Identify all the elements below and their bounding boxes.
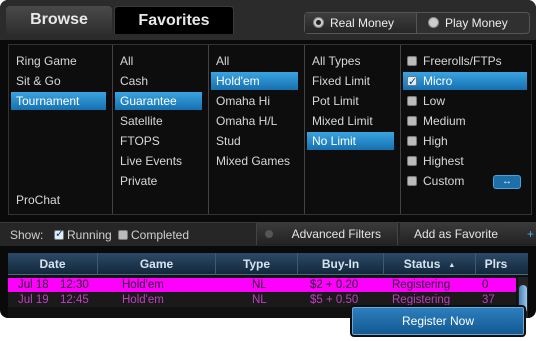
column-date[interactable]: Date — [8, 253, 98, 275]
filter-mixed-games[interactable]: Mixed Games — [211, 152, 298, 170]
advanced-filters-label: Advanced Filters — [291, 227, 381, 241]
game-type-column: Ring Game Sit & Go Tournament ProChat — [9, 45, 113, 214]
play-money-option[interactable]: Play Money — [418, 13, 530, 33]
cell-type: NL — [252, 294, 267, 306]
filter-ftops[interactable]: FTOPS — [115, 132, 202, 150]
show-label: Show: — [10, 228, 44, 242]
cell-plrs: 0 — [482, 279, 489, 291]
radio-real-money[interactable] — [313, 17, 324, 28]
real-money-option[interactable]: Real Money — [305, 13, 417, 33]
column-buyin[interactable]: Buy-In — [298, 253, 384, 275]
toggle-dot-icon — [265, 230, 273, 238]
filter-live-events[interactable]: Live Events — [115, 152, 202, 170]
cell-game: Hold'em — [122, 279, 164, 291]
filter-category-all[interactable]: All — [115, 52, 202, 70]
cell-status: Registering — [392, 279, 451, 291]
wrench-icon[interactable]: ↔ — [493, 175, 521, 189]
cell-time: 12:45 — [60, 294, 89, 306]
stake-freerolls[interactable]: Freerolls/FTPs — [403, 52, 527, 70]
sort-ascending-icon: ▲ — [448, 262, 456, 269]
filter-sit-and-go[interactable]: Sit & Go — [11, 72, 106, 90]
completed-label: Completed — [131, 228, 190, 242]
filter-tournament[interactable]: Tournament — [11, 92, 106, 110]
table-header: Date Game Type Buy-In Status ▲ Plrs — [8, 253, 528, 275]
stake-label: Medium — [423, 114, 466, 128]
stake-highest[interactable]: Highest — [403, 152, 527, 170]
cell-game: Hold'em — [122, 294, 164, 306]
checkbox-highest[interactable] — [407, 156, 417, 166]
cell-type: NL — [252, 279, 267, 291]
column-plrs[interactable]: Plrs — [476, 253, 516, 275]
real-money-label: Real Money — [330, 16, 395, 30]
column-status[interactable]: Status ▲ — [384, 253, 476, 275]
filter-omaha-hi[interactable]: Omaha Hi — [211, 92, 298, 110]
cell-buyin: $2 + 0.20 — [310, 279, 359, 291]
stake-label: High — [423, 134, 448, 148]
add-favorite-button[interactable]: Add as Favorite + — [400, 223, 536, 245]
radio-play-money[interactable] — [428, 17, 439, 28]
filter-panel: Ring Game Sit & Go Tournament ProChat Al… — [8, 44, 532, 215]
filter-fixed-limit[interactable]: Fixed Limit — [307, 72, 394, 90]
checkbox-custom[interactable] — [407, 176, 417, 186]
filter-cash[interactable]: Cash — [115, 72, 202, 90]
add-favorite-label: Add as Favorite — [414, 227, 499, 241]
show-bar: Show: Running Completed Advanced Filters… — [0, 222, 536, 246]
money-type-selector: Real Money Play Money — [304, 12, 530, 34]
table-row[interactable]: Jul 18 12:30 Hold'em NL $2 + 0.20 Regist… — [8, 278, 516, 292]
cell-date: Jul 19 — [18, 294, 49, 306]
cell-date: Jul 18 — [18, 279, 49, 291]
column-type[interactable]: Type — [216, 253, 298, 275]
tab-favorites[interactable]: Favorites — [114, 6, 234, 34]
category-column: All Cash Guarantee Satellite FTOPS Live … — [113, 45, 209, 214]
checkbox-medium[interactable] — [407, 116, 417, 126]
stake-label: Freerolls/FTPs — [423, 54, 502, 68]
checkbox-freerolls[interactable] — [407, 56, 417, 66]
checkbox-micro[interactable] — [407, 73, 417, 91]
filter-holdem[interactable]: Hold'em — [211, 72, 298, 90]
variant-column: All Hold'em Omaha Hi Omaha H/L Stud Mixe… — [209, 45, 305, 214]
checkbox-completed[interactable] — [118, 230, 128, 240]
plus-icon: + — [526, 227, 534, 241]
tournament-lobby: Browse Favorites Real Money Play Money R… — [0, 0, 536, 318]
filter-no-limit[interactable]: No Limit — [307, 132, 394, 150]
play-money-label: Play Money — [445, 16, 508, 30]
limit-column: All Types Fixed Limit Pot Limit Mixed Li… — [305, 45, 401, 214]
filter-all-types[interactable]: All Types — [307, 52, 394, 70]
checkbox-running[interactable] — [54, 227, 64, 240]
filter-satellite[interactable]: Satellite — [115, 112, 202, 130]
filter-guarantee[interactable]: Guarantee — [115, 92, 202, 110]
stake-low[interactable]: Low — [403, 92, 527, 110]
column-status-label: Status — [403, 257, 441, 271]
stake-label: Micro — [423, 74, 453, 88]
register-now-button[interactable]: Register Now — [350, 305, 526, 337]
filter-stud[interactable]: Stud — [211, 132, 298, 150]
stakes-column: Freerolls/FTPs Micro Low Medium High Hig… — [401, 45, 531, 214]
filter-prochat[interactable]: ProChat — [11, 191, 106, 209]
filter-mixed-limit[interactable]: Mixed Limit — [307, 112, 394, 130]
stake-medium[interactable]: Medium — [403, 112, 527, 130]
stake-label: Custom — [423, 174, 465, 188]
top-bar: Browse Favorites Real Money Play Money — [0, 0, 536, 40]
running-filter[interactable]: Running — [54, 227, 112, 242]
running-label: Running — [67, 228, 112, 242]
stake-label: Low — [423, 94, 446, 108]
stake-micro[interactable]: Micro — [403, 72, 527, 91]
checkbox-high[interactable] — [407, 136, 417, 146]
cell-time: 12:30 — [60, 279, 89, 291]
filter-pot-limit[interactable]: Pot Limit — [307, 92, 394, 110]
column-game[interactable]: Game — [98, 253, 216, 275]
advanced-filters-button[interactable]: Advanced Filters — [256, 223, 398, 245]
tab-browse[interactable]: Browse — [6, 6, 112, 34]
stake-label: Highest — [423, 154, 464, 168]
stake-high[interactable]: High — [403, 132, 527, 150]
filter-ring-game[interactable]: Ring Game — [11, 52, 106, 70]
filter-private[interactable]: Private — [115, 172, 202, 190]
completed-filter[interactable]: Completed — [118, 228, 189, 242]
filter-variant-all[interactable]: All — [211, 52, 298, 70]
checkbox-low[interactable] — [407, 96, 417, 106]
filter-omaha-hl[interactable]: Omaha H/L — [211, 112, 298, 130]
